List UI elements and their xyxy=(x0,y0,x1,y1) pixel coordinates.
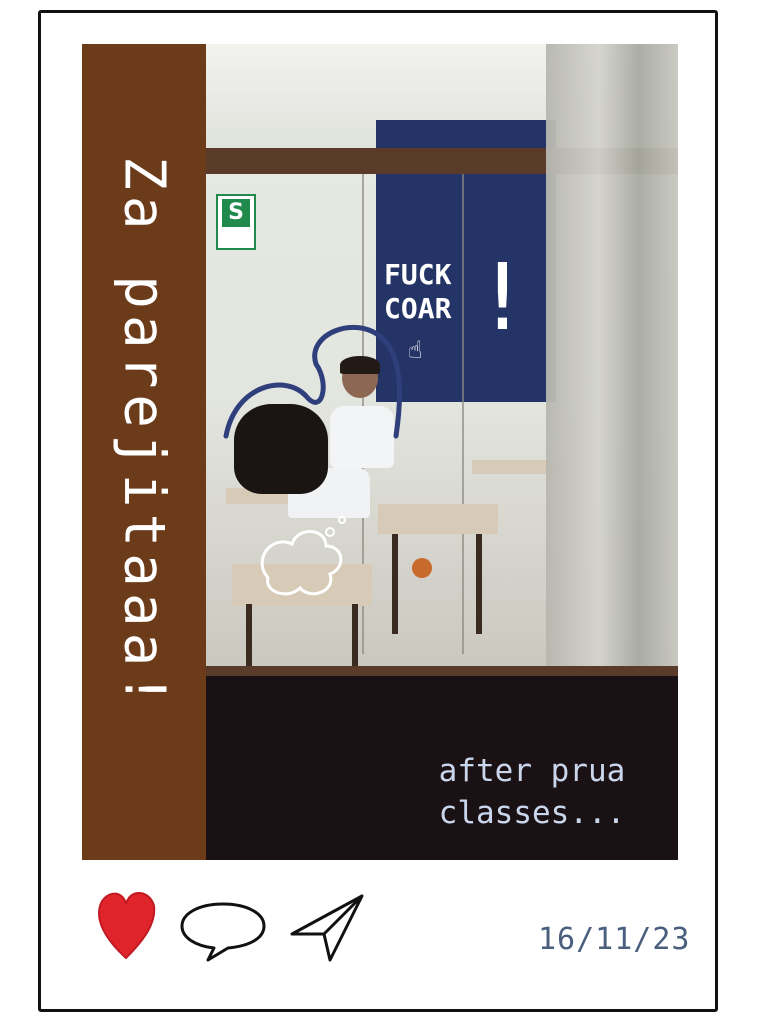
photo-caption: after prua classes... xyxy=(398,750,666,834)
photo: Za parejitaaa! S FUCK COAR ! ☝ after pru… xyxy=(82,44,678,860)
heart-icon[interactable] xyxy=(94,884,158,968)
brown-side-strip: Za parejitaaa! xyxy=(82,44,206,860)
speech-bubble-icon[interactable] xyxy=(178,898,268,966)
caption-line-1: after prua xyxy=(438,753,626,789)
strip-caption: Za parejitaaa! xyxy=(111,155,177,713)
classroom-scene: S FUCK COAR ! ☝ xyxy=(206,44,678,684)
caption-line-2: classes... xyxy=(438,795,626,831)
heart-outline-doodle xyxy=(223,324,402,596)
post-date: 16/11/23 xyxy=(538,922,691,957)
paper-plane-icon[interactable] xyxy=(288,890,368,968)
